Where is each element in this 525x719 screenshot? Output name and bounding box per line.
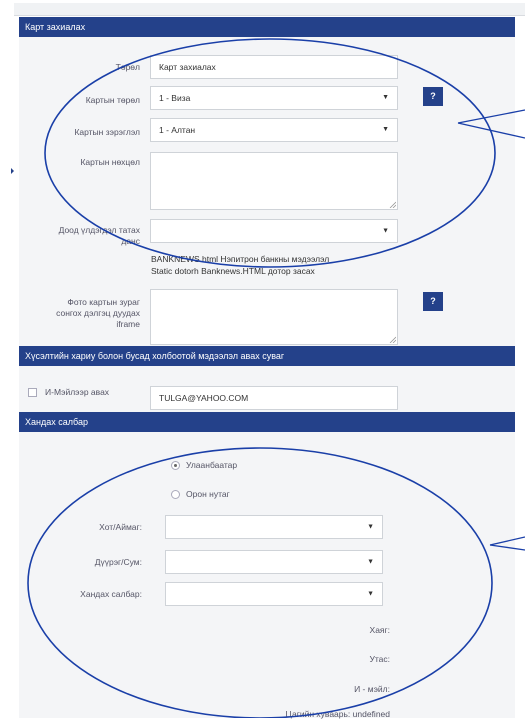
annotation-pointer-bottom (489, 536, 525, 546)
annotation-pointer-bottom-lower (489, 544, 525, 551)
annotation-pointer-top-lower (457, 122, 525, 139)
annotation-overlay (11, 38, 525, 718)
side-arrow-icon (11, 168, 14, 174)
annotation-pointer-top (457, 109, 525, 124)
annotation-ellipse-bottom (27, 447, 493, 718)
annotation-ellipse-top (44, 38, 496, 268)
